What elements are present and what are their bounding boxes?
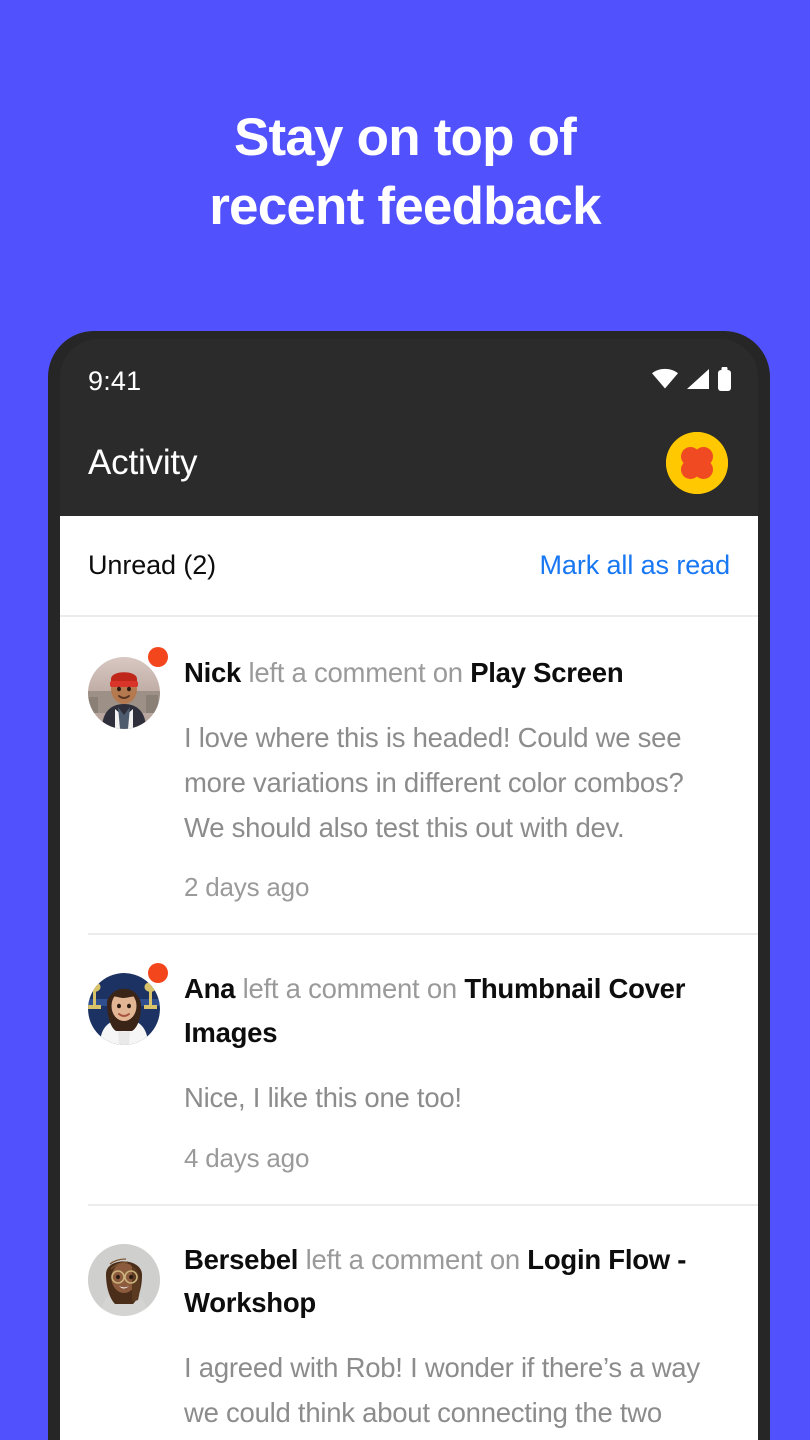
activity-comment-text: I agreed with Rob! I wonder if there’s a… [184, 1352, 700, 1428]
cellular-signal-icon [686, 368, 710, 395]
status-bar-icons [651, 366, 732, 396]
phone-mockup-frame: 9:41 Activity Unread (2) Mark all as rea… [48, 331, 770, 1440]
activity-action: left a comment on [235, 973, 465, 1005]
unread-count-label: Unread (2) [88, 550, 217, 580]
unread-header: Unread (2) Mark all as read [60, 516, 758, 617]
status-bar: 9:41 [60, 339, 758, 409]
activity-timestamp: 4 days ago [184, 1142, 310, 1173]
activity-comment-text: I love where this is headed! Could we se… [184, 722, 684, 843]
activity-content: Ana left a comment on Thumbnail Cover Im… [184, 961, 728, 1173]
activity-list: Nick left a comment on Play Screen I lov… [60, 617, 758, 1440]
activity-comment-text: Nice, I like this one too! [184, 1081, 462, 1113]
avatar-ana [88, 973, 160, 1046]
activity-content: Nick left a comment on Play Screen I lov… [184, 645, 728, 903]
avatar-nick [88, 657, 160, 729]
activity-headline: Bersebel left a comment on Login Flow - … [184, 1238, 728, 1325]
page-title: Activity [88, 442, 198, 482]
promo-headline: Stay on top of recent feedback [0, 0, 810, 242]
wifi-icon [651, 368, 679, 395]
phone-screen: 9:41 Activity Unread (2) Mark all as rea… [60, 339, 758, 1440]
activity-action: left a comment on [298, 1243, 528, 1275]
activity-list-item[interactable]: Bersebel left a comment on Login Flow - … [60, 1203, 758, 1440]
avatar-container [88, 1232, 164, 1440]
status-bar-time: 9:41 [88, 365, 142, 396]
unread-indicator-dot [148, 963, 168, 984]
activity-author: Ana [184, 973, 236, 1005]
activity-action: left a comment on [241, 657, 471, 688]
mark-all-as-read-button[interactable]: Mark all as read [540, 550, 731, 581]
activity-content: Bersebel left a comment on Login Flow - … [184, 1232, 728, 1440]
activity-list-item[interactable]: Ana left a comment on Thumbnail Cover Im… [60, 933, 758, 1203]
activity-headline: Ana left a comment on Thumbnail Cover Im… [184, 967, 728, 1054]
activity-target: Play Screen [470, 657, 624, 688]
activity-timestamp: 2 days ago [184, 872, 310, 903]
battery-icon [717, 366, 732, 396]
headline-line-2: recent feedback [209, 176, 601, 236]
avatar-container [88, 961, 168, 1173]
app-bar: Activity [60, 409, 758, 516]
avatar-container [88, 645, 168, 903]
avatar-bersebel [88, 1243, 160, 1316]
activity-author: Nick [184, 657, 242, 688]
activity-headline: Nick left a comment on Play Screen [184, 651, 728, 694]
activity-sheet: Unread (2) Mark all as read Nick left a … [60, 516, 758, 1440]
activity-list-item[interactable]: Nick left a comment on Play Screen I lov… [60, 617, 758, 933]
activity-author: Bersebel [184, 1243, 299, 1275]
headline-line-1: Stay on top of [233, 108, 577, 167]
unread-indicator-dot [148, 647, 168, 667]
profile-avatar-icon[interactable] [666, 431, 728, 494]
